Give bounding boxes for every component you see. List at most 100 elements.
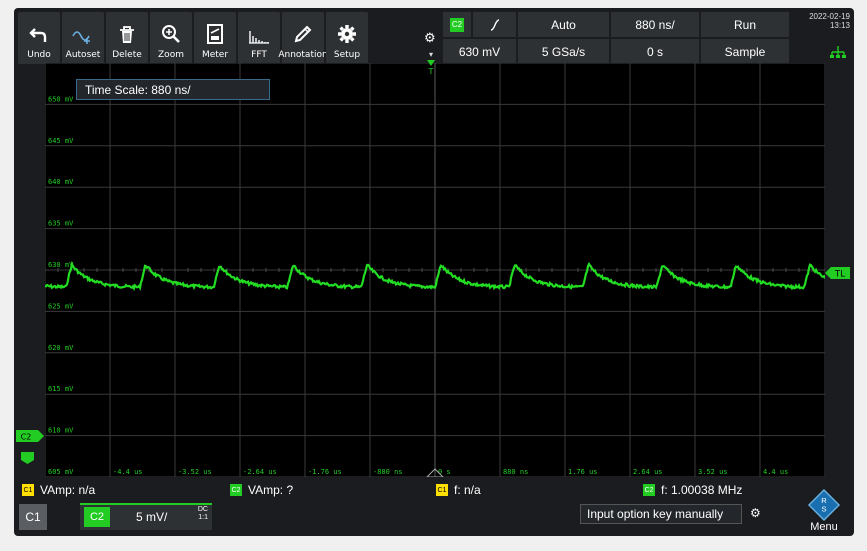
channel2-probe-ratio: 1:1 (198, 514, 208, 521)
measurement-c1-freq[interactable]: C1 f: n/a (436, 483, 481, 497)
horizontal-position[interactable]: 0 s (611, 39, 699, 64)
menu-label: Menu (810, 521, 838, 533)
zoom-label: Zoom (158, 50, 184, 60)
trigger-level-marker[interactable]: TL (825, 266, 850, 284)
trigger-position-label: T (428, 67, 434, 76)
y-axis-label: 615 mV (48, 385, 74, 393)
timebase[interactable]: 880 ns/ (611, 12, 699, 37)
toolbar: Undo Autoset Delete Zoom Meter FFT Annot… (18, 12, 368, 64)
time-scale-tooltip: Time Scale: 880 ns/ (76, 79, 270, 100)
measurement-text: f: n/a (454, 483, 481, 497)
date-time: 2022-02-19 13:13 (794, 12, 850, 64)
trigger-position-marker[interactable]: T (427, 60, 435, 81)
acquisition-mode[interactable]: Sample (701, 39, 789, 64)
measurement-text: VAmp: ? (248, 483, 294, 497)
input-option-field[interactable]: Input option key manually (580, 504, 742, 524)
y-axis-label: 635 mV (48, 220, 74, 228)
trigger-level-marker-label: TL (835, 269, 846, 279)
rs-logo-icon: RS (807, 489, 841, 521)
y-axis-label: 645 mV (48, 137, 74, 145)
y-axis-label: 620 mV (48, 344, 74, 352)
meter-label: Meter (201, 50, 229, 60)
x-axis-label: 0 s (438, 468, 451, 476)
waveform-display[interactable]: 650 mV 645 mV 640 mV 635 mV 630 mV 625 mV 620 … (45, 63, 825, 477)
measurement-badge: C2 (643, 484, 655, 496)
y-axis-label: 640 mV (48, 178, 74, 186)
measurement-c2-vamp[interactable]: C2 VAmp: ? (230, 483, 293, 497)
annotation-label: Annotation (278, 50, 328, 60)
menu-button[interactable]: RS Menu (802, 489, 846, 533)
zoom-icon (162, 25, 180, 43)
channel2-offset-marker[interactable]: C2 (16, 430, 44, 469)
date: 2022-02-19 (809, 12, 850, 21)
measurement-bar: C1 VAmp: n/a C2 VAmp: ? C1 f: n/a C2 f: … (16, 481, 852, 501)
delete-label: Delete (112, 50, 142, 60)
meter-icon (207, 24, 223, 44)
waveform-grid: 650 mV645 mV640 mV635 mV630 mV625 mV620 … (45, 63, 825, 477)
channel2-coupling-mode: DC (197, 506, 208, 513)
fft-label: FFT (251, 50, 267, 60)
setup-button[interactable]: Setup (326, 12, 368, 64)
time: 13:13 (829, 21, 850, 30)
undo-icon (29, 28, 47, 42)
setup-label: Setup (333, 50, 361, 60)
x-axis-label: -1.76 us (308, 468, 342, 476)
network-icon (830, 46, 846, 58)
oscilloscope-frame: Undo Autoset Delete Zoom Meter FFT Annot… (14, 8, 854, 536)
measurement-c1-vamp[interactable]: C1 VAmp: n/a (22, 483, 95, 497)
pen-icon (294, 25, 312, 43)
y-axis-label: 610 mV (48, 427, 74, 435)
trigger-source-badge: C2 (450, 17, 464, 32)
x-axis-label: 2.64 us (633, 468, 663, 476)
y-axis-label: 605 mV (48, 468, 74, 476)
trigger-source[interactable]: C2 (443, 12, 471, 37)
delete-button[interactable]: Delete (106, 12, 148, 64)
input-option-gear-icon[interactable]: ⚙ (750, 506, 761, 520)
channel2-scale: 5 mV/ (136, 510, 168, 524)
y-axis-label: 650 mV (48, 95, 74, 103)
meter-button[interactable]: Meter (194, 12, 236, 64)
quick-settings-gear-icon[interactable]: ⚙ (424, 30, 436, 46)
channel2-badge: C2 (84, 507, 110, 527)
channel2-tab[interactable]: C2 5 mV/ DC 1:1 (80, 503, 212, 530)
measurement-badge: C1 (436, 484, 448, 496)
channel2-coupling: DC 1:1 (198, 506, 208, 522)
autoset-button[interactable]: Autoset (62, 12, 104, 64)
channel-bar: C1 C2 5 mV/ DC 1:1 Input option key manu… (14, 489, 854, 536)
x-axis-label: 880 ns (503, 468, 528, 476)
trigger-mode[interactable]: Auto (518, 12, 609, 37)
zoom-button[interactable]: Zoom (150, 12, 192, 64)
y-axis-label: 625 mV (48, 302, 74, 310)
acquisition-status: C2 Auto 880 ns/ Run 630 mV 5 GSa/s 0 s S… (443, 12, 793, 64)
x-axis-label: -4.4 us (113, 468, 143, 476)
x-axis-label: 3.52 us (698, 468, 728, 476)
channel2-marker-label: C2 (21, 433, 32, 442)
undo-button[interactable]: Undo (18, 12, 60, 64)
measurement-badge: C1 (22, 484, 34, 496)
autoset-icon (72, 31, 90, 44)
annotation-button[interactable]: Annotation (278, 12, 328, 64)
measurement-c2-freq[interactable]: C2 f: 1.00038 MHz (643, 483, 742, 497)
trigger-slope[interactable] (473, 12, 516, 37)
trigger-level[interactable]: 630 mV (443, 39, 516, 64)
sample-rate[interactable]: 5 GSa/s (518, 39, 609, 64)
measurement-text: VAmp: n/a (40, 483, 96, 497)
x-axis-label: 4.4 us (763, 468, 788, 476)
undo-label: Undo (27, 50, 51, 60)
trash-icon (120, 26, 134, 43)
chevron-down-icon: ▾ (429, 50, 434, 59)
fft-icon (249, 31, 269, 44)
x-axis-label: 1.76 us (568, 468, 598, 476)
measurement-badge: C2 (230, 484, 242, 496)
x-axis-label: -2.64 us (243, 468, 277, 476)
fft-button[interactable]: FFT (238, 12, 280, 64)
autoset-label: Autoset (65, 50, 101, 60)
gear-icon (338, 25, 356, 43)
rising-edge-icon (490, 18, 499, 31)
measurement-text: f: 1.00038 MHz (661, 483, 743, 497)
channel1-button[interactable]: C1 (19, 504, 47, 530)
run-stop-button[interactable]: Run (701, 12, 789, 37)
svg-text:S: S (821, 505, 826, 514)
x-axis-label: -880 ns (373, 468, 403, 476)
x-axis-label: -3.52 us (178, 468, 212, 476)
